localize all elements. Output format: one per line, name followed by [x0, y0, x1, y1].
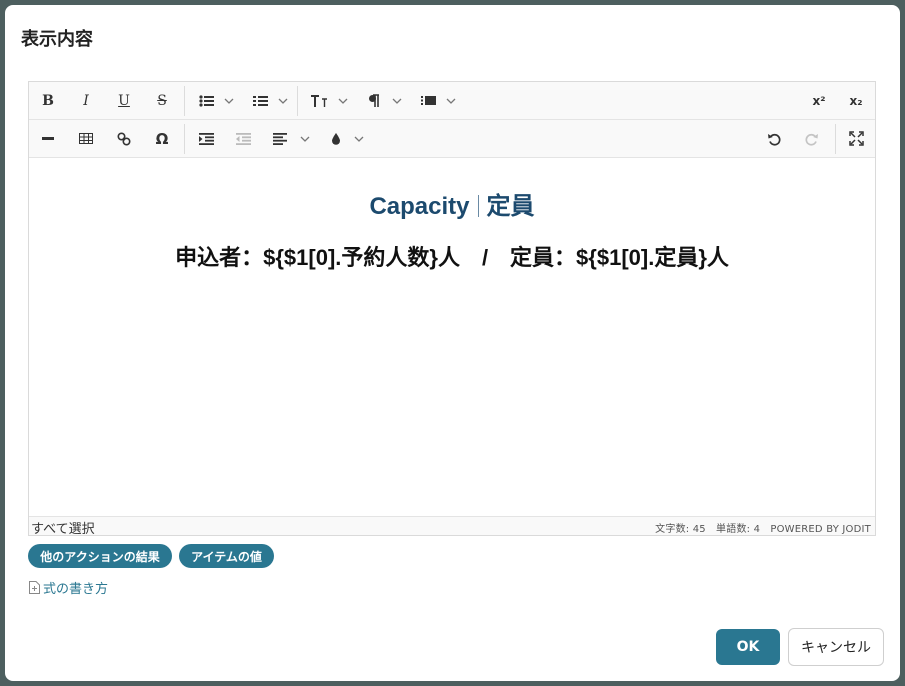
select-all-link[interactable]: すべて選択 — [31, 518, 95, 537]
omega-icon: Ω — [155, 129, 169, 148]
color-drop-icon — [332, 133, 340, 145]
fullscreen-button[interactable] — [844, 120, 868, 157]
action-result-chip[interactable]: 他のアクションの結果 — [28, 544, 172, 568]
bullet-list-dropdown[interactable] — [224, 82, 234, 119]
align-dropdown[interactable] — [300, 120, 310, 157]
editor-content-area[interactable]: Capacity 定員 申込者：${$1[0].予約人数}人 / 定員：${$1[… — [29, 158, 875, 516]
table-button[interactable] — [75, 120, 97, 157]
line-height-icon — [420, 96, 436, 105]
cancel-button[interactable]: キャンセル — [788, 628, 884, 666]
paragraph-icon — [369, 93, 379, 107]
font-size-icon — [311, 94, 327, 107]
italic-button[interactable]: I — [75, 82, 97, 119]
dialog: 表示内容 B I U S x² x₂ Ω Capacity 定員 申込者：${$… — [5, 5, 900, 681]
heading-japanese: 定員 — [486, 193, 535, 220]
font-size-button[interactable] — [307, 82, 331, 119]
heading-english: Capacity — [369, 193, 470, 220]
bold-button[interactable]: B — [37, 82, 59, 119]
line-height-button[interactable] — [417, 82, 439, 119]
chevron-down-icon — [300, 136, 310, 142]
color-dropdown[interactable] — [354, 120, 364, 157]
link-button[interactable] — [113, 120, 135, 157]
link-icon — [117, 131, 131, 146]
subscript-button[interactable]: x₂ — [844, 82, 868, 119]
word-count-stats: 文字数: 45 単語数: 4 POWERED BY JODIT — [655, 524, 871, 535]
expand-icon — [848, 131, 864, 146]
toolbar-separator — [835, 124, 836, 154]
line-height-dropdown[interactable] — [446, 82, 456, 119]
undo-icon — [768, 133, 781, 146]
chevron-down-icon — [338, 98, 348, 104]
toolbar-separator — [184, 86, 185, 116]
content-heading: Capacity 定員 — [29, 186, 875, 221]
chevron-down-icon — [278, 98, 288, 104]
rich-text-editor: B I U S x² x₂ Ω Capacity 定員 申込者：${$1[0].… — [28, 81, 876, 537]
align-button[interactable] — [269, 120, 291, 157]
outdent-icon — [235, 132, 251, 145]
content-text-line: 申込者：${$1[0].予約人数}人 / 定員：${$1[0].定員}人 — [175, 245, 729, 270]
redo-icon — [805, 133, 818, 146]
toolbar-row-1: B I U S x² x₂ — [29, 82, 875, 120]
numbered-list-button[interactable] — [249, 82, 271, 119]
chevron-down-icon — [392, 98, 402, 104]
ok-button[interactable]: OK — [716, 629, 780, 665]
horizontal-rule-icon — [42, 136, 54, 140]
outdent-button[interactable] — [232, 120, 254, 157]
redo-button[interactable] — [801, 120, 823, 157]
toolbar-separator — [184, 124, 185, 154]
indent-button[interactable] — [195, 120, 217, 157]
bullet-list-button[interactable] — [195, 82, 217, 119]
underline-button[interactable]: U — [113, 82, 135, 119]
paragraph-button[interactable] — [363, 82, 385, 119]
formula-help-label: 式の書き方 — [43, 582, 109, 597]
undo-button[interactable] — [763, 120, 785, 157]
item-value-chip[interactable]: アイテムの値 — [179, 544, 274, 568]
formula-help-link[interactable]: 式の書き方 — [29, 578, 108, 597]
bullet-list-icon — [198, 94, 214, 107]
document-icon — [29, 581, 40, 594]
horizontal-line-button[interactable] — [37, 120, 59, 157]
color-button[interactable] — [325, 120, 347, 157]
numbered-list-icon — [252, 95, 268, 106]
toolbar-row-2: Ω — [29, 120, 875, 158]
toolbar-separator — [297, 86, 298, 116]
numbered-list-dropdown[interactable] — [278, 82, 288, 119]
align-left-icon — [273, 132, 287, 145]
superscript-button[interactable]: x² — [807, 82, 831, 119]
dialog-title: 表示内容 — [21, 29, 93, 50]
font-size-dropdown[interactable] — [338, 82, 348, 119]
heading-divider — [477, 195, 479, 217]
chevron-down-icon — [224, 98, 234, 104]
chevron-down-icon — [354, 136, 364, 142]
editor-status-bar: すべて選択 文字数: 45 単語数: 4 POWERED BY JODIT — [29, 516, 875, 537]
table-icon — [79, 133, 93, 144]
strikethrough-button[interactable]: S — [151, 82, 173, 119]
indent-icon — [198, 132, 214, 145]
special-character-button[interactable]: Ω — [151, 120, 173, 157]
paragraph-dropdown[interactable] — [392, 82, 402, 119]
chevron-down-icon — [446, 98, 456, 104]
